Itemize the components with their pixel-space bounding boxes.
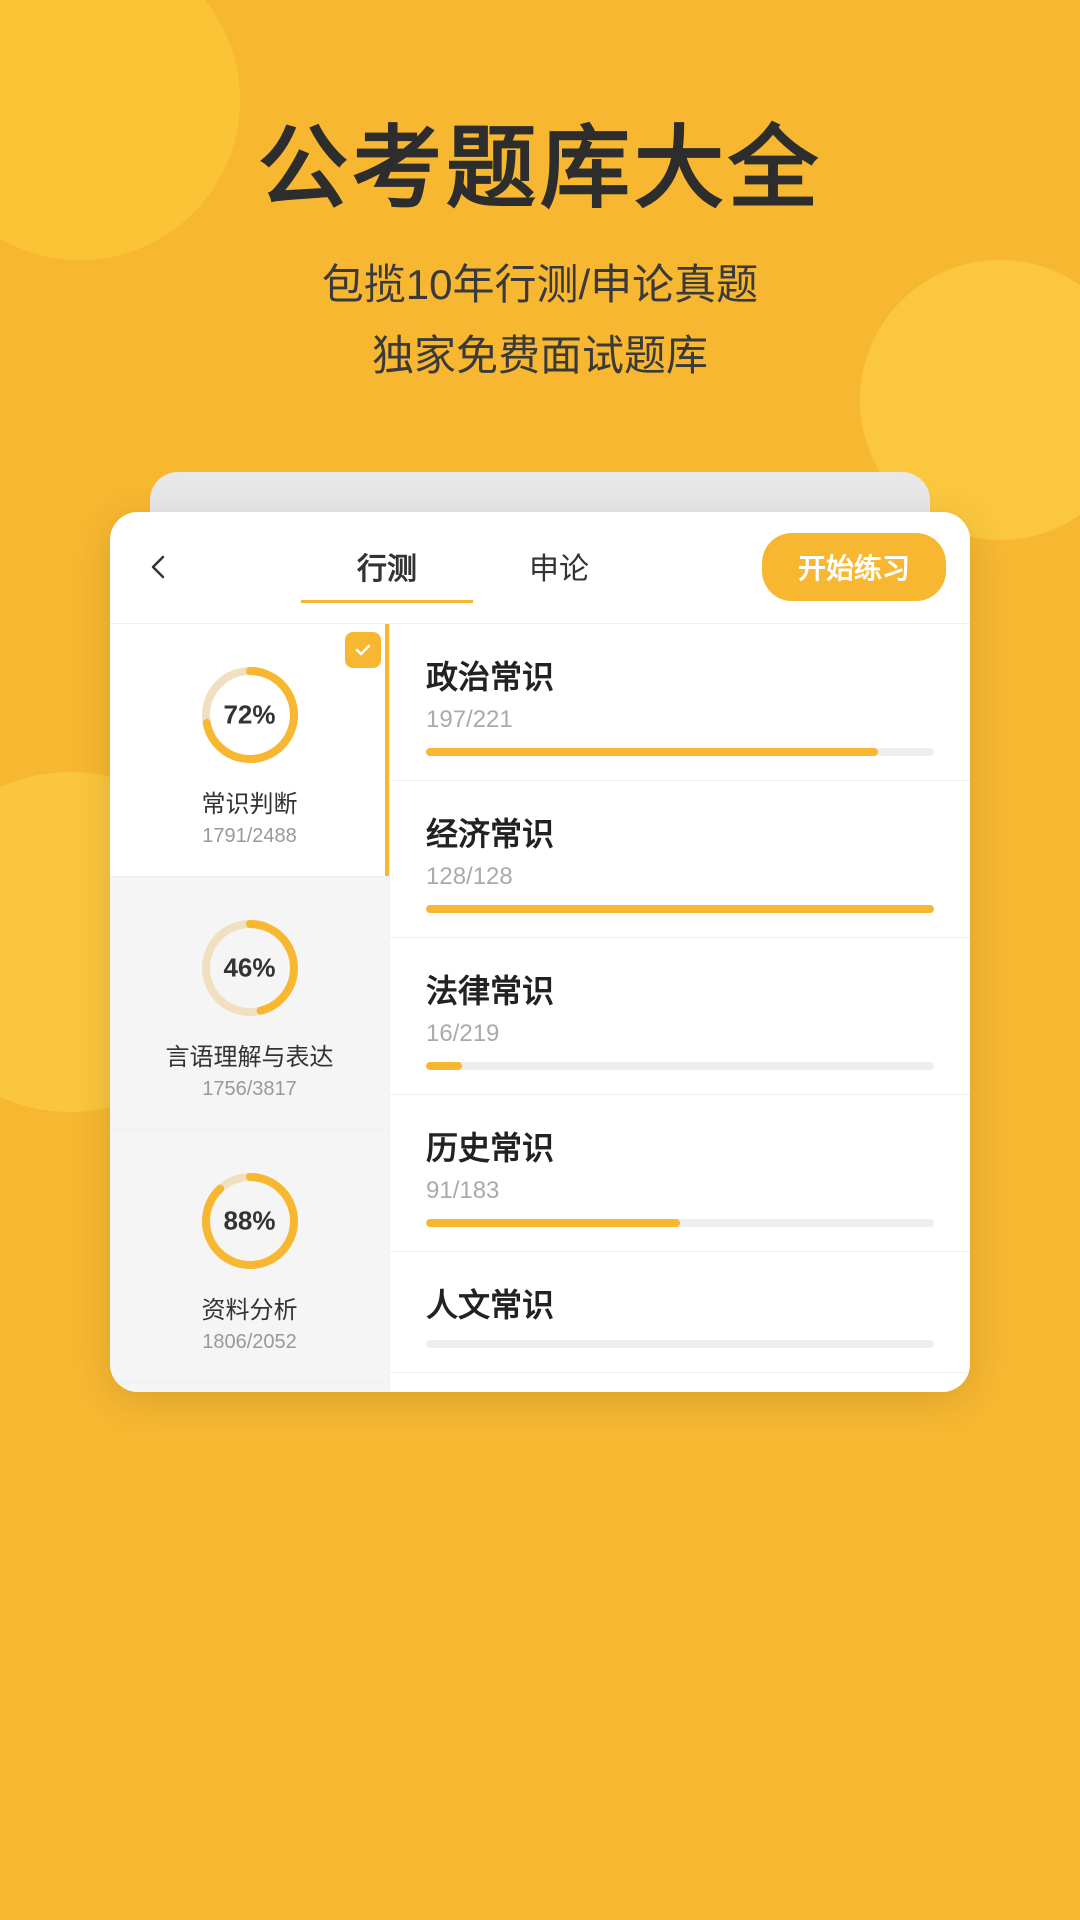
topic-count-falv: 16/219 bbox=[426, 1020, 934, 1048]
progress-bar-lishi bbox=[426, 1219, 934, 1227]
tab-xinzheng[interactable]: 行测 bbox=[301, 532, 473, 603]
start-practice-button[interactable]: 开始练习 bbox=[762, 533, 946, 601]
progress-fill-falv bbox=[426, 1062, 462, 1070]
category-item-changshi[interactable]: 72% 常识判断 1791/2488 bbox=[110, 624, 389, 877]
cat-name-ziliao: 资料分析 bbox=[202, 1290, 298, 1325]
topic-item-falv[interactable]: 法律常识 16/219 bbox=[390, 938, 970, 1095]
topic-count-zhengzhi: 197/221 bbox=[426, 706, 934, 734]
cat-count-yanyu: 1756/3817 bbox=[202, 1078, 297, 1101]
progress-bar-falv bbox=[426, 1062, 934, 1070]
cat-name-changshi: 常识判断 bbox=[202, 784, 298, 819]
pct-label-ziliao: 88% bbox=[223, 1205, 275, 1236]
tab-bar: 行测 申论 开始练习 bbox=[110, 512, 970, 624]
pct-label-changshi: 72% bbox=[223, 699, 275, 730]
topic-item-zhengzhi[interactable]: 政治常识 197/221 bbox=[390, 624, 970, 781]
circle-progress-yanyu: 46% bbox=[195, 913, 305, 1023]
circle-progress-changshi: 72% bbox=[195, 660, 305, 770]
sub-line1: 包揽10年行测/申论真题 bbox=[322, 249, 758, 320]
category-item-yanyu[interactable]: 46% 言语理解与表达 1756/3817 bbox=[110, 877, 389, 1130]
card-stack: 行测 申论 开始练习 bbox=[110, 472, 970, 1392]
progress-fill-lishi bbox=[426, 1219, 680, 1227]
main-card: 行测 申论 开始练习 bbox=[110, 512, 970, 1392]
check-badge bbox=[345, 632, 381, 668]
topic-name-renwen: 人文常识 bbox=[426, 1280, 934, 1326]
topic-item-jingji[interactable]: 经济常识 128/128 bbox=[390, 781, 970, 938]
bg-circle-topleft bbox=[0, 0, 240, 260]
sub-title: 包揽10年行测/申论真题 独家免费面试题库 bbox=[322, 249, 758, 392]
topic-name-zhengzhi: 政治常识 bbox=[426, 652, 934, 698]
topic-item-renwen[interactable]: 人文常识 bbox=[390, 1252, 970, 1373]
progress-fill-zhengzhi bbox=[426, 748, 878, 756]
progress-fill-jingji bbox=[426, 905, 934, 913]
pct-label-yanyu: 46% bbox=[223, 952, 275, 983]
back-button[interactable] bbox=[134, 542, 184, 592]
topic-count-jingji: 128/128 bbox=[426, 863, 934, 891]
topic-name-falv: 法律常识 bbox=[426, 966, 934, 1012]
topic-name-jingji: 经济常识 bbox=[426, 809, 934, 855]
topic-list: 政治常识 197/221 经济常识 128/128 bbox=[390, 624, 970, 1392]
cat-count-changshi: 1791/2488 bbox=[202, 825, 297, 848]
tab-shenlun[interactable]: 申论 bbox=[473, 532, 645, 603]
topic-count-lishi: 91/183 bbox=[426, 1177, 934, 1205]
circle-progress-ziliao: 88% bbox=[195, 1166, 305, 1276]
cat-count-ziliao: 1806/2052 bbox=[202, 1331, 297, 1354]
category-list: 72% 常识判断 1791/2488 46% bbox=[110, 624, 390, 1392]
topic-item-lishi[interactable]: 历史常识 91/183 bbox=[390, 1095, 970, 1252]
card-body: 72% 常识判断 1791/2488 46% bbox=[110, 624, 970, 1392]
main-title: 公考题库大全 bbox=[258, 120, 822, 219]
topic-name-lishi: 历史常识 bbox=[426, 1123, 934, 1169]
tabs: 行测 申论 bbox=[204, 532, 742, 603]
progress-bar-jingji bbox=[426, 905, 934, 913]
category-item-ziliao[interactable]: 88% 资料分析 1806/2052 bbox=[110, 1130, 389, 1383]
progress-bar-zhengzhi bbox=[426, 748, 934, 756]
cat-name-yanyu: 言语理解与表达 bbox=[166, 1037, 334, 1072]
sub-line2: 独家免费面试题库 bbox=[322, 320, 758, 391]
progress-bar-renwen bbox=[426, 1340, 934, 1348]
